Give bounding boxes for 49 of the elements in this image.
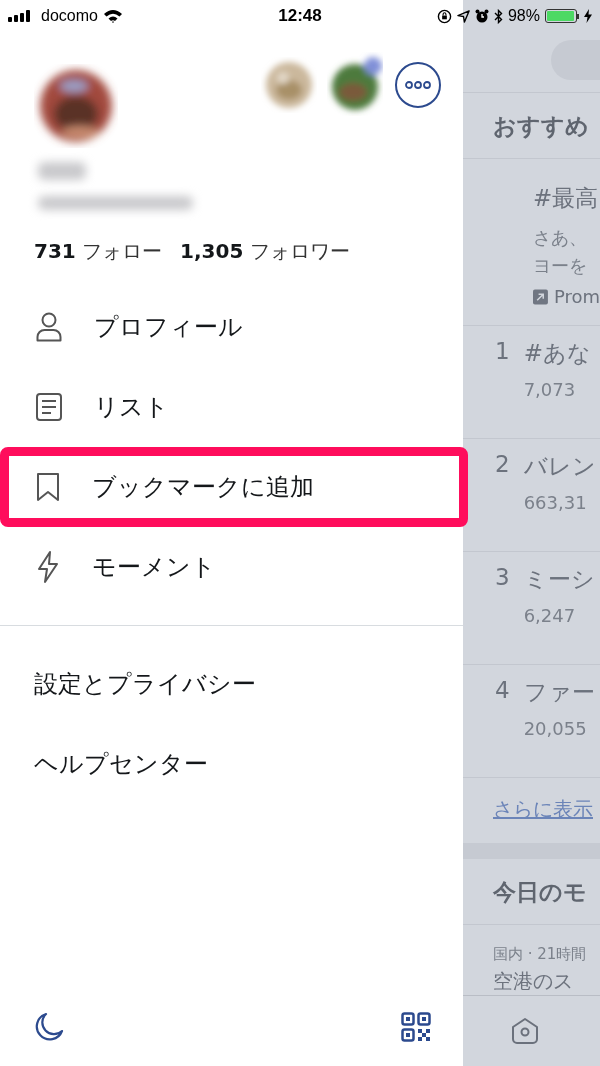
- menu-item[interactable]: プロフィール: [0, 287, 463, 367]
- trend-description: ヨーを: [533, 254, 588, 278]
- qr-code-button[interactable]: [399, 1010, 433, 1044]
- qr-code-icon: [401, 1012, 431, 1042]
- menu-item[interactable]: リスト: [0, 367, 463, 447]
- moment-title: 空港のス: [492, 968, 574, 995]
- trend-rank: 1: [495, 338, 510, 366]
- trend-rank: 2: [495, 451, 510, 479]
- moon-icon: [34, 1012, 64, 1042]
- trend-rank: 4: [495, 677, 510, 705]
- carrier-name: docomo: [41, 7, 98, 25]
- more-icon: [405, 81, 431, 89]
- wifi-icon: [102, 9, 123, 23]
- tweet-count: 20,055: [523, 718, 588, 739]
- follow-count-link[interactable]: 1,305 フォロワー: [180, 238, 350, 265]
- location-icon: [456, 9, 470, 23]
- trend-title: バレン: [523, 452, 596, 481]
- settings-link[interactable]: 設定とプライバシー: [0, 644, 463, 724]
- lightning-icon: [36, 551, 60, 583]
- menu-item[interactable]: ブックマークに追加: [0, 447, 468, 527]
- trend-rank: 3: [495, 564, 510, 592]
- trend-title: ファー: [523, 678, 595, 707]
- bookmark-icon: [36, 472, 60, 502]
- menu-item[interactable]: モーメント: [0, 527, 463, 607]
- person-icon: [36, 312, 62, 342]
- home-icon: [511, 1017, 539, 1045]
- follow-count-link[interactable]: 731 フォロー: [34, 238, 163, 265]
- tweet-count: 663,31: [523, 492, 588, 513]
- battery-icon: [545, 9, 579, 23]
- list-icon: [36, 393, 62, 421]
- section-title: おすすめ: [492, 112, 590, 141]
- tweet-count: 7,073: [523, 379, 577, 400]
- bluetooth-icon: [493, 8, 503, 24]
- charging-icon: [584, 9, 592, 23]
- promoted-icon: [533, 288, 548, 305]
- clock-time: 12:48: [278, 6, 322, 26]
- tweet-count: 6,247: [523, 605, 577, 626]
- settings-link[interactable]: ヘルプセンター: [0, 724, 463, 804]
- promoted-label: Prom: [553, 286, 600, 307]
- trend-description: さあ、: [533, 226, 588, 250]
- more-options-button[interactable]: [395, 62, 441, 108]
- moment-meta: 国内 · 21時間: [492, 944, 588, 964]
- rotation-lock-icon: [436, 8, 452, 24]
- trend-title: #最高: [533, 184, 600, 213]
- section-title: 今日のモ: [492, 878, 588, 907]
- trend-title: ミーシ: [523, 565, 595, 594]
- trend-title: #あな: [523, 339, 591, 368]
- blurred-name: [38, 162, 86, 180]
- battery-percentage: 98%: [507, 7, 540, 25]
